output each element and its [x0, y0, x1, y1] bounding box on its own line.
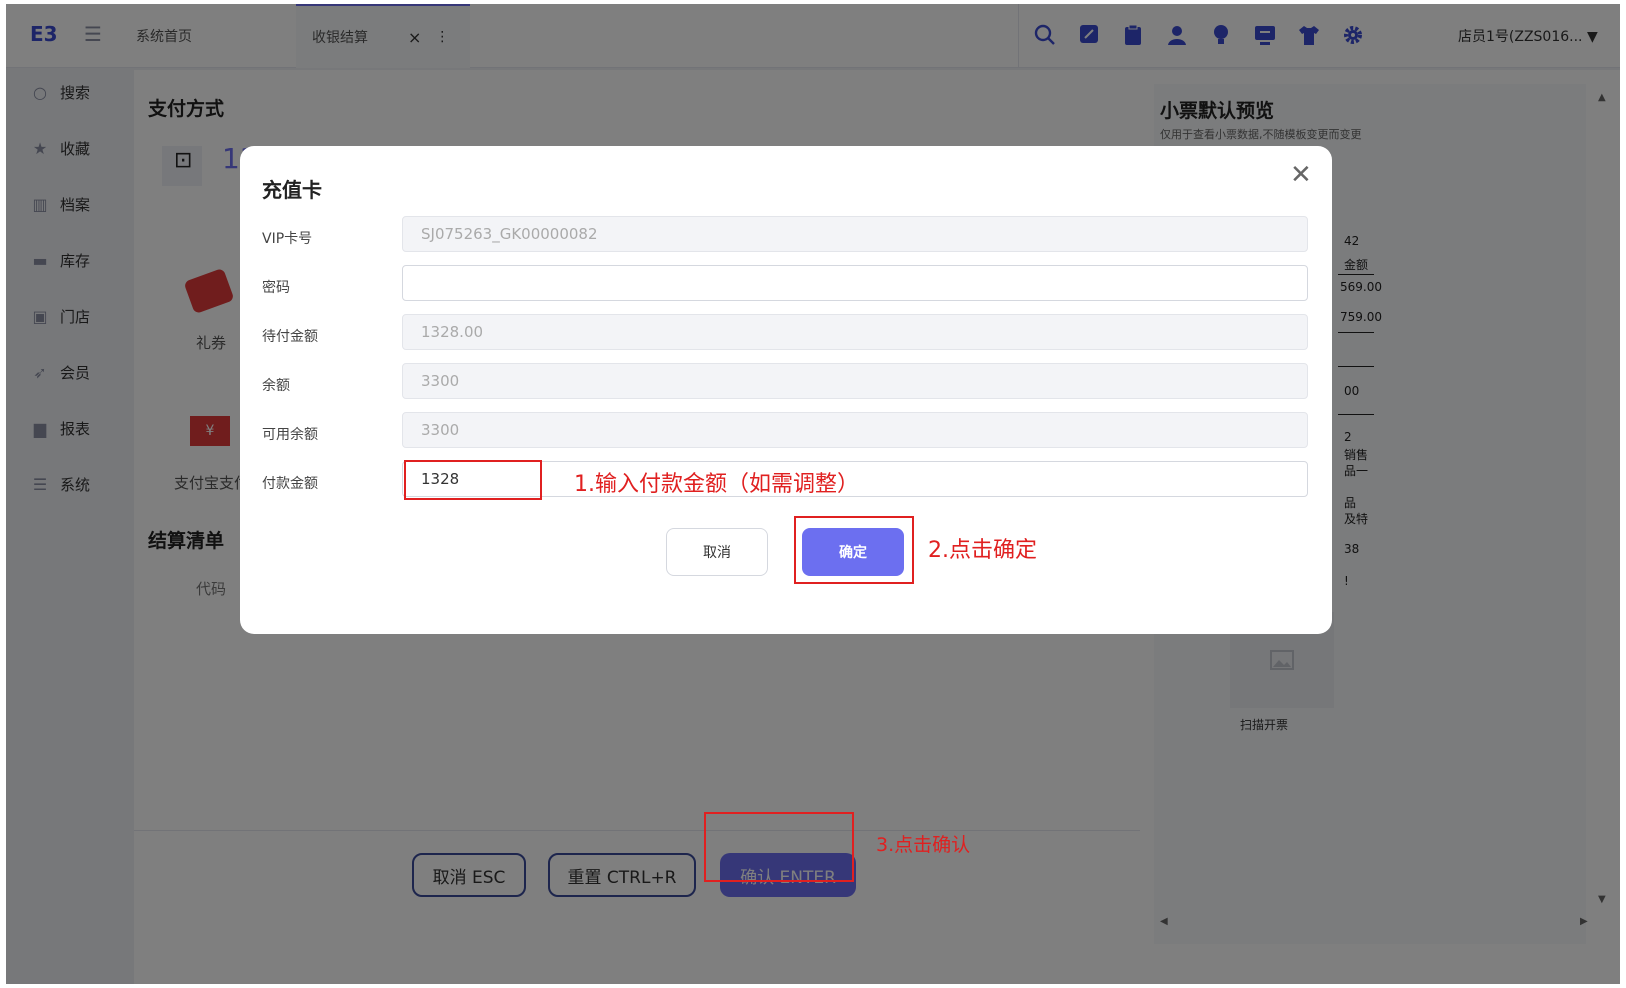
balance-field: 3300: [402, 363, 1308, 399]
available-balance-field: 3300: [402, 412, 1308, 448]
password-label: 密码: [262, 280, 290, 296]
password-field[interactable]: [402, 265, 1308, 301]
close-icon[interactable]: ✕: [1290, 162, 1312, 188]
annotation-box-payment-amount: [404, 460, 542, 500]
recharge-card-dialog: 充值卡 ✕ VIP卡号 SJ075263_GK00000082 密码 待付金额 …: [240, 146, 1332, 634]
vip-card-field: SJ075263_GK00000082: [402, 216, 1308, 252]
payment-amount-label: 付款金额: [262, 476, 318, 492]
annotation-step2: 2.点击确定: [928, 538, 1037, 563]
available-balance-label: 可用余额: [262, 427, 318, 443]
dialog-cancel-button[interactable]: 取消: [666, 528, 768, 576]
annotation-box-confirm: [704, 812, 854, 882]
amount-due-field: 1328.00: [402, 314, 1308, 350]
dialog-title: 充值卡: [262, 178, 322, 202]
annotation-box-ok: [794, 516, 914, 584]
vip-card-label: VIP卡号: [262, 231, 313, 247]
amount-due-label: 待付金额: [262, 329, 318, 345]
balance-label: 余额: [262, 378, 290, 394]
annotation-step3: 3.点击确认: [876, 834, 971, 856]
app-window: E3 ☰ 系统首页 收银结算 × ⋮: [6, 4, 1620, 984]
annotation-step1: 1.输入付款金额（如需调整）: [574, 472, 859, 497]
